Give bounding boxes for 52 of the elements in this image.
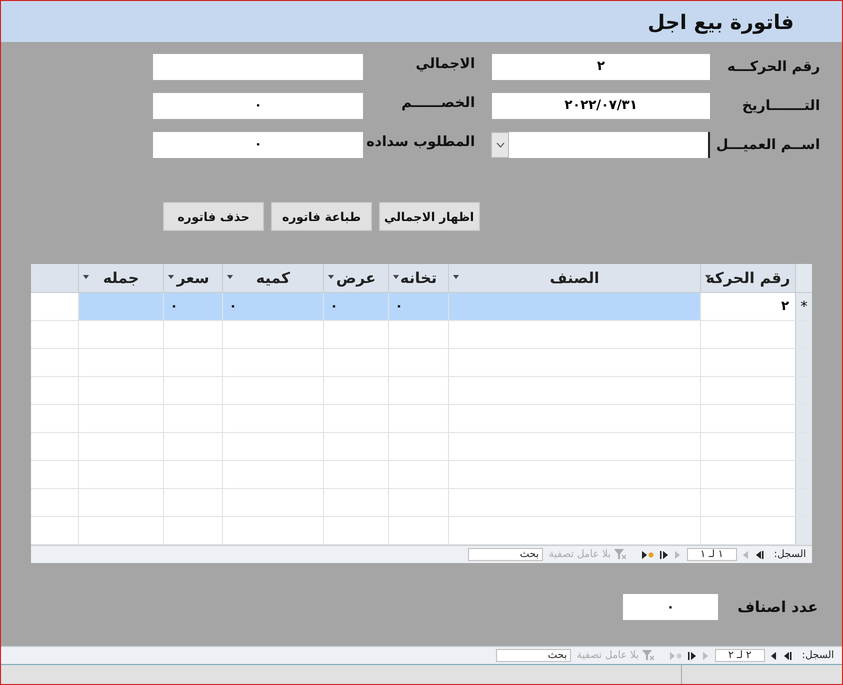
previous-record-icon[interactable] bbox=[770, 652, 777, 660]
record-position-field[interactable]: ١ لـ ١ bbox=[686, 548, 737, 561]
field-label: رقم الحركـــه bbox=[726, 58, 820, 74]
field-label: المطلوب سداده bbox=[365, 134, 475, 152]
command-button[interactable]: اظهار الاجمالي bbox=[379, 202, 480, 231]
column-header[interactable]: تخانه bbox=[388, 264, 448, 292]
first-record-icon[interactable] bbox=[754, 550, 764, 558]
chevron-down-icon bbox=[496, 142, 504, 148]
table-cell[interactable] bbox=[78, 293, 163, 320]
caret-icon[interactable] bbox=[393, 275, 399, 279]
command-button[interactable]: حذف فاتوره bbox=[163, 202, 264, 231]
search-field[interactable]: بحث bbox=[496, 649, 571, 662]
caret-icon[interactable] bbox=[453, 275, 459, 279]
field-label: عدد اصناف bbox=[736, 598, 818, 616]
form-title: فاتورة بيع اجل bbox=[648, 10, 794, 34]
record-label: السجل: bbox=[802, 650, 834, 661]
search-field[interactable]: بحث bbox=[468, 548, 543, 561]
dropdown-button[interactable] bbox=[491, 132, 509, 158]
text-field[interactable]: ٠ bbox=[153, 132, 364, 158]
caret-icon[interactable] bbox=[227, 275, 233, 279]
column-header[interactable]: عرض bbox=[323, 264, 388, 292]
column-header[interactable]: الصنف bbox=[448, 264, 700, 292]
record-label: السجل: bbox=[774, 549, 806, 560]
text-field[interactable]: ٢ bbox=[492, 54, 710, 80]
table-cell[interactable] bbox=[448, 293, 700, 320]
field-label: الخصــــــم bbox=[400, 94, 475, 112]
field-label: التـــــــاريخ bbox=[741, 98, 820, 114]
text-field[interactable]: ٠ bbox=[153, 92, 364, 118]
caret-icon[interactable] bbox=[168, 275, 174, 279]
row-marker: * bbox=[795, 293, 812, 320]
last-record-icon[interactable] bbox=[660, 550, 669, 558]
caret-icon[interactable] bbox=[83, 275, 89, 279]
caret-icon[interactable] bbox=[705, 275, 711, 279]
field-label: اســم العميـــل bbox=[715, 136, 820, 152]
table-cell[interactable]: ٠ bbox=[388, 293, 448, 320]
caret-icon[interactable] bbox=[328, 275, 334, 279]
column-header[interactable]: كميه bbox=[222, 264, 323, 292]
text-field[interactable]: ٠ bbox=[623, 594, 718, 620]
field-label: الاجمالي bbox=[414, 56, 475, 74]
table-cell[interactable]: ٠ bbox=[222, 293, 323, 320]
text-field[interactable]: ٢٠٢٢/٠٧/٣١ bbox=[492, 92, 710, 118]
column-header[interactable]: جمله bbox=[78, 264, 163, 292]
table-cell[interactable]: ٠ bbox=[163, 293, 222, 320]
record-position-field[interactable]: ٢ لـ ٢ bbox=[714, 649, 765, 662]
text-field[interactable] bbox=[153, 54, 364, 80]
column-header[interactable]: رقم الحركه bbox=[700, 264, 795, 292]
last-record-icon[interactable] bbox=[688, 652, 697, 660]
column-header[interactable]: سعر bbox=[163, 264, 222, 292]
command-button[interactable]: طباعة فاتوره bbox=[271, 202, 372, 231]
new-record-icon[interactable] bbox=[642, 550, 654, 558]
first-record-icon[interactable] bbox=[782, 652, 792, 660]
table-cell[interactable]: ٠ bbox=[323, 293, 388, 320]
